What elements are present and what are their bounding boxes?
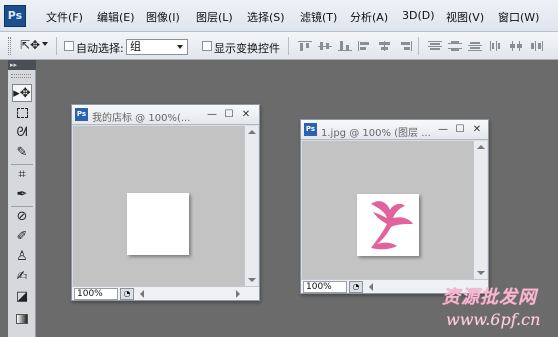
vertical-scrollbar[interactable] <box>473 141 487 279</box>
scroll-left-icon[interactable] <box>369 283 373 291</box>
scroll-right-icon[interactable] <box>236 290 240 298</box>
clone-stamp-tool-icon[interactable]: ♙ <box>12 248 32 266</box>
distribute-bottom-icon[interactable] <box>468 41 482 51</box>
zoom-field[interactable]: 100% <box>303 281 347 293</box>
options-bar-grip[interactable] <box>8 37 11 55</box>
brush-tool-icon[interactable]: ✐ <box>12 228 32 246</box>
options-bar: ⇱✥ 自动选择: 组 显示变换控件 <box>0 32 558 60</box>
menu-edit[interactable]: 编辑(E) <box>97 9 135 25</box>
align-right-icon[interactable] <box>398 41 412 51</box>
tools-panel-grip[interactable] <box>11 74 31 78</box>
minimize-icon[interactable]: — <box>437 124 449 136</box>
move-tool-icon[interactable]: ▸✥ <box>12 84 32 102</box>
distribute-top-icon[interactable] <box>428 41 442 51</box>
watermark-site-name: 资源批发网 <box>442 287 537 308</box>
distribute-right-icon[interactable] <box>530 41 544 51</box>
eraser-tool-icon[interactable]: ◪ <box>12 288 32 306</box>
document-window-store-logo[interactable]: Ps 我的店标 @ 100%(... — ☐ ✕ 100% ◔ <box>71 104 260 301</box>
align-horizontal-center-icon[interactable] <box>378 41 392 51</box>
menu-image[interactable]: 图像(I) <box>146 9 180 25</box>
document-status-bar: 100% ◔ <box>72 286 259 300</box>
maximize-icon[interactable]: ☐ <box>454 124 466 136</box>
vertical-scrollbar[interactable] <box>244 126 258 286</box>
photoshop-doc-icon: Ps <box>304 123 317 136</box>
marquee-tool-icon[interactable] <box>12 104 32 122</box>
zoom-field[interactable]: 100% <box>74 288 118 300</box>
document-title-bar[interactable]: Ps 我的店标 @ 100%(... — ☐ ✕ <box>72 105 259 125</box>
menu-bar: Ps 文件(F) 编辑(E) 图像(I) 图层(L) 选择(S) 滤镜(T) 分… <box>0 0 558 32</box>
separator <box>11 206 33 207</box>
photoshop-logo-icon[interactable]: Ps <box>4 5 26 27</box>
show-transform-checkbox[interactable] <box>202 41 212 51</box>
healing-brush-tool-icon[interactable]: ⊘ <box>12 208 32 226</box>
scroll-down-icon[interactable] <box>477 271 485 275</box>
tools-panel-header[interactable]: ▸▸ <box>8 60 36 70</box>
eyedropper-tool-icon[interactable]: ✒ <box>12 186 32 204</box>
pink-leaf-logo-image <box>371 201 413 250</box>
distribute-horizontal-center-icon[interactable] <box>510 41 524 51</box>
distribute-left-icon[interactable] <box>490 41 504 51</box>
status-info-icon[interactable]: ◔ <box>349 281 363 293</box>
separator <box>56 37 57 55</box>
auto-select-dropdown[interactable]: 组 <box>126 39 188 55</box>
separator <box>288 37 289 55</box>
maximize-icon[interactable]: ☐ <box>223 109 235 121</box>
document-title-bar[interactable]: Ps 1.jpg @ 100% (图层 ... — ☐ ✕ <box>301 120 488 140</box>
chevron-down-icon <box>177 45 183 49</box>
menu-select[interactable]: 选择(S) <box>247 9 285 25</box>
scroll-left-icon[interactable] <box>140 290 144 298</box>
menu-3d[interactable]: 3D(D) <box>402 9 435 22</box>
document-canvas-logo[interactable] <box>357 194 419 256</box>
close-icon[interactable]: ✕ <box>240 109 252 121</box>
crop-tool-icon[interactable]: ⌗ <box>12 166 32 184</box>
scroll-up-icon[interactable] <box>477 145 485 149</box>
separator <box>418 37 419 55</box>
tools-panel: ▸▸ ▸✥ ᘛ ✎ ⌗ ✒ ⊘ ✐ ♙ ✍ ◪ <box>8 60 36 337</box>
scroll-down-icon[interactable] <box>248 278 256 282</box>
align-vertical-center-icon[interactable] <box>318 41 332 51</box>
document-title: 1.jpg @ 100% (图层 ... <box>321 128 431 139</box>
tool-preset-dropdown-arrow-icon[interactable] <box>42 42 48 46</box>
menu-analysis[interactable]: 分析(A) <box>350 9 388 25</box>
distribute-vertical-center-icon[interactable] <box>448 41 462 51</box>
document-title: 我的店标 @ 100%(... <box>92 113 191 124</box>
menu-filter[interactable]: 滤镜(T) <box>300 9 337 25</box>
align-top-icon[interactable] <box>298 41 312 51</box>
photoshop-doc-icon: Ps <box>75 108 88 121</box>
status-info-icon[interactable]: ◔ <box>120 288 134 300</box>
show-transform-label: 显示变换控件 <box>214 42 280 55</box>
watermark-url: www.6pf.cn <box>446 310 541 329</box>
minimize-icon[interactable]: — <box>206 109 218 121</box>
align-bottom-icon[interactable] <box>338 41 352 51</box>
history-brush-tool-icon[interactable]: ✍ <box>12 268 32 286</box>
gradient-tool-icon[interactable] <box>12 310 32 328</box>
canvas-area[interactable] <box>73 126 244 286</box>
align-left-icon[interactable] <box>358 41 372 51</box>
auto-select-checkbox[interactable] <box>64 41 74 51</box>
document-canvas-blank[interactable] <box>127 193 189 255</box>
canvas-area[interactable] <box>302 141 473 279</box>
quick-select-tool-icon[interactable]: ✎ <box>12 144 32 162</box>
auto-select-value: 组 <box>130 40 141 53</box>
move-tool-icon[interactable]: ⇱✥ <box>20 38 40 52</box>
menu-window[interactable]: 窗口(W) <box>498 9 539 25</box>
menu-file[interactable]: 文件(F) <box>46 9 83 25</box>
auto-select-label: 自动选择: <box>76 42 124 55</box>
menu-view[interactable]: 视图(V) <box>446 9 484 25</box>
scroll-up-icon[interactable] <box>248 130 256 134</box>
close-icon[interactable]: ✕ <box>471 124 483 136</box>
separator <box>11 164 33 165</box>
document-window-1jpg[interactable]: Ps 1.jpg @ 100% (图层 ... — ☐ ✕ 100% ◔ <box>300 119 489 294</box>
menu-layer[interactable]: 图层(L) <box>196 9 233 25</box>
lasso-tool-icon[interactable]: ᘛ <box>12 124 32 142</box>
